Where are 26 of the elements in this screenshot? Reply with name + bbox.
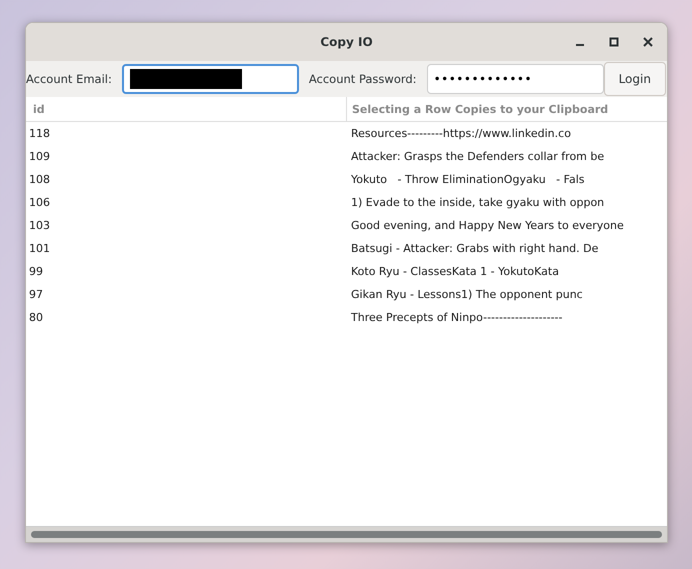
- table-cell-text: 109: [28, 150, 51, 163]
- table-cell-text: Resources---------https://www.linkedin.co: [350, 127, 572, 140]
- table-cell-text: Gikan Ryu - Lessons1) The opponent punc: [350, 288, 584, 301]
- table-cell-text: 97: [28, 288, 44, 301]
- table-cell-text: Koto Ryu - ClassesKata 1 - YokutoKata: [350, 265, 560, 278]
- scrollbar-thumb[interactable]: [31, 531, 662, 538]
- table-cell-text: Three Precepts of Ninpo--------------------: [350, 311, 564, 324]
- email-field[interactable]: [122, 64, 299, 94]
- scrollbar-track[interactable]: [26, 526, 667, 542]
- table-cell-text: 80: [28, 311, 44, 324]
- window-title: Copy IO: [320, 35, 373, 49]
- table-cell-text: 106: [28, 196, 51, 209]
- email-label: Account Email:: [26, 72, 112, 86]
- table-cell-text: 103: [28, 219, 51, 232]
- table-cell-text: 101: [28, 242, 51, 255]
- table-cell-text: 1) Evade to the inside, take gyaku with oppon: [350, 196, 606, 209]
- table-cell-text: Yokuto - Throw EliminationOgyaku - Fals: [350, 173, 586, 186]
- table-cell-text: Batsugi - Attacker: Grabs with right hand. De: [350, 242, 600, 255]
- table-cell-text: 99: [28, 265, 44, 278]
- table-cell-text: Attacker: Grasps the Defenders collar from be: [350, 150, 606, 163]
- table-cell-text: 118: [28, 127, 51, 140]
- password-label: Account Password:: [308, 72, 417, 86]
- password-field[interactable]: •••••••••••••: [426, 64, 604, 94]
- login-button[interactable]: Login: [604, 62, 666, 96]
- table-cell-text: 108: [28, 173, 51, 186]
- table-cell-text: Good evening, and Happy New Years to everyone: [350, 219, 625, 232]
